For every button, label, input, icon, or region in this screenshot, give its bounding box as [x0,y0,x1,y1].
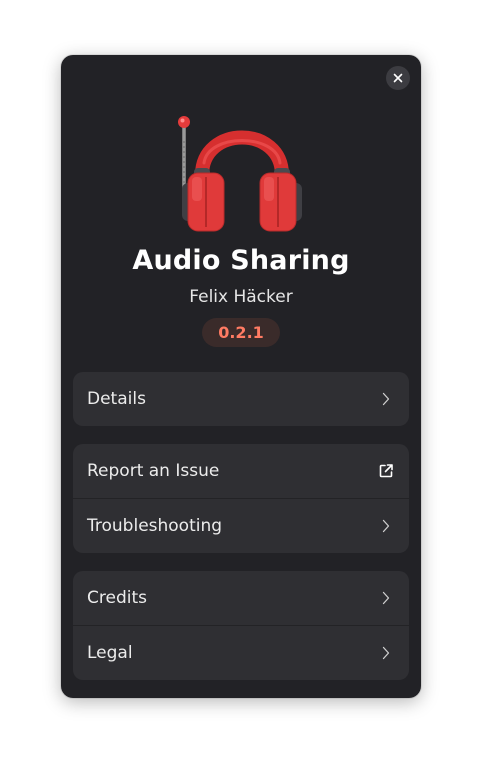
troubleshooting-label: Troubleshooting [87,516,223,536]
troubleshooting-row[interactable]: Troubleshooting [73,498,409,553]
credits-row[interactable]: Credits [73,571,409,625]
support-group: Report an Issue Troubleshooting [73,444,409,553]
close-button[interactable] [386,66,410,90]
legal-label: Legal [87,643,133,663]
legal-row[interactable]: Legal [73,625,409,680]
developer-name: Felix Häcker [189,287,293,307]
chevron-right-icon [377,390,395,408]
external-link-icon [377,462,395,480]
report-issue-row[interactable]: Report an Issue [73,444,409,498]
details-row[interactable]: Details [73,372,409,426]
credits-label: Credits [87,588,147,608]
chevron-right-icon [377,589,395,607]
about-dialog: Audio Sharing Felix Häcker 0.2.1 Details… [61,55,421,698]
report-issue-label: Report an Issue [87,461,220,481]
chevron-right-icon [377,517,395,535]
details-group: Details [73,372,409,426]
app-name: Audio Sharing [132,245,350,276]
version-badge[interactable]: 0.2.1 [202,318,280,347]
chevron-right-icon [377,644,395,662]
credits-legal-group: Credits Legal [73,571,409,680]
headphones-app-icon [178,116,302,232]
details-label: Details [87,389,146,409]
close-icon [393,73,403,83]
